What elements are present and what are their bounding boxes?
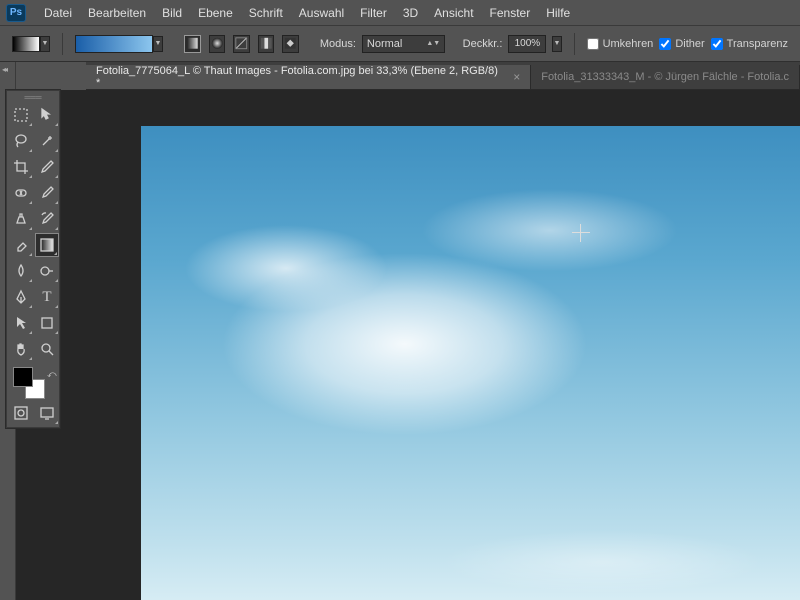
document-tab-title: Fotolia_31333343_M - © Jürgen Fälchle - … — [541, 71, 789, 83]
healing-brush-tool[interactable] — [9, 181, 33, 205]
options-bar: ▼ ▼ Modus: Normal▲▼ Deckkr.: ▼ Umkehren … — [0, 26, 800, 62]
menu-3d[interactable]: 3D — [395, 3, 426, 23]
crop-tool[interactable] — [9, 155, 33, 179]
menu-datei[interactable]: Datei — [36, 3, 80, 23]
zoom-tool[interactable] — [35, 337, 59, 361]
move-tool[interactable] — [35, 103, 59, 127]
document-canvas[interactable] — [141, 126, 800, 600]
brush-tool[interactable] — [35, 181, 59, 205]
menu-fenster[interactable]: Fenster — [482, 3, 539, 23]
document-tab-inactive[interactable]: Fotolia_31333343_M - © Jürgen Fälchle - … — [531, 65, 800, 89]
menu-auswahl[interactable]: Auswahl — [291, 3, 352, 23]
gradient-tool[interactable] — [35, 233, 59, 257]
quick-mask-tool[interactable] — [9, 401, 33, 425]
close-icon[interactable]: × — [513, 70, 520, 84]
canvas-area[interactable] — [16, 90, 800, 600]
mode-label: Modus: — [320, 38, 356, 50]
foreground-color-swatch[interactable] — [13, 367, 33, 387]
panel-grip-icon[interactable]: ═══ — [9, 93, 57, 103]
blur-tool[interactable] — [9, 259, 33, 283]
workspace: ◂◂ Fotolia_7775064_L © Thaut Images - Fo… — [0, 62, 800, 600]
menu-hilfe[interactable]: Hilfe — [538, 3, 578, 23]
transparency-checkbox[interactable]: Transparenz — [711, 38, 788, 50]
menu-bild[interactable]: Bild — [154, 3, 190, 23]
clone-stamp-tool[interactable] — [9, 207, 33, 231]
gradient-angle-button[interactable] — [233, 35, 250, 53]
eyedropper-tool[interactable] — [35, 155, 59, 179]
color-swatches: ⤺ — [9, 365, 57, 399]
menu-ansicht[interactable]: Ansicht — [426, 3, 481, 23]
dither-checkbox[interactable]: Dither — [659, 38, 704, 50]
document-tab-active[interactable]: Fotolia_7775064_L © Thaut Images - Fotol… — [86, 65, 531, 89]
gradient-radial-button[interactable] — [209, 35, 226, 53]
dodge-tool[interactable] — [35, 259, 59, 283]
document-tab-title: Fotolia_7775064_L © Thaut Images - Fotol… — [96, 65, 505, 89]
shape-tool[interactable] — [35, 311, 59, 335]
tool-preset-picker[interactable]: ▼ — [12, 36, 50, 52]
hand-tool[interactable] — [9, 337, 33, 361]
path-selection-tool[interactable] — [9, 311, 33, 335]
gradient-picker[interactable]: ▼ — [75, 35, 163, 53]
eraser-tool[interactable] — [9, 233, 33, 257]
gradient-linear-button[interactable] — [184, 35, 201, 53]
opacity-label: Deckkr.: — [463, 38, 503, 50]
magic-wand-tool[interactable] — [35, 129, 59, 153]
document-tab-bar: Fotolia_7775064_L © Thaut Images - Fotol… — [86, 62, 800, 90]
gradient-diamond-button[interactable] — [282, 35, 299, 53]
menu-ebene[interactable]: Ebene — [190, 3, 241, 23]
menu-schrift[interactable]: Schrift — [241, 3, 291, 23]
opacity-dropdown[interactable]: ▼ — [552, 36, 561, 52]
screen-mode-tool[interactable] — [35, 401, 59, 425]
reverse-checkbox[interactable]: Umkehren — [587, 38, 654, 50]
swap-colors-icon[interactable]: ⤺ — [47, 369, 57, 380]
tools-panel: ═══ T ⤺ — [6, 90, 60, 428]
lasso-tool[interactable] — [9, 129, 33, 153]
menu-filter[interactable]: Filter — [352, 3, 395, 23]
type-tool[interactable]: T — [35, 285, 59, 309]
opacity-input[interactable] — [508, 35, 546, 53]
marquee-tool[interactable] — [9, 103, 33, 127]
app-logo: Ps — [6, 4, 26, 22]
gradient-reflected-button[interactable] — [258, 35, 275, 53]
history-brush-tool[interactable] — [35, 207, 59, 231]
menu-bearbeiten[interactable]: Bearbeiten — [80, 3, 154, 23]
blend-mode-select[interactable]: Normal▲▼ — [362, 35, 445, 53]
pen-tool[interactable] — [9, 285, 33, 309]
menu-bar: Ps Datei Bearbeiten Bild Ebene Schrift A… — [0, 0, 800, 26]
